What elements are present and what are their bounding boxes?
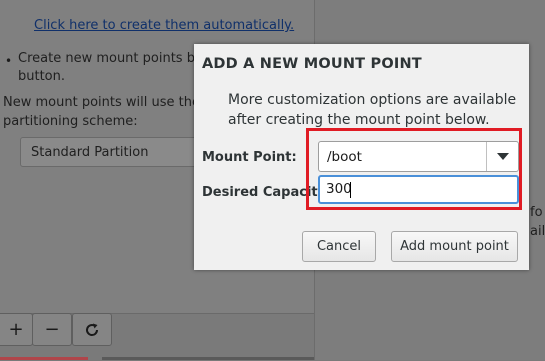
text-caret [350, 182, 351, 198]
desired-capacity-label: Desired Capacity: [202, 185, 332, 200]
refresh-icon [86, 323, 99, 336]
desired-capacity-input[interactable] [326, 181, 506, 197]
bullet-text-line1: Create new mount points by c [18, 51, 214, 66]
remove-mount-point-button[interactable]: − [32, 313, 72, 346]
details-text-2: ails [530, 224, 545, 239]
mount-point-dropdown-button[interactable] [486, 142, 518, 171]
auto-create-link[interactable]: Click here to create them automatically. [34, 18, 294, 33]
mount-point-label: Mount Point: [202, 150, 297, 165]
add-mount-point-toolbar-button[interactable]: + [0, 313, 33, 346]
chevron-down-icon [496, 152, 509, 160]
dialog-info-text: More customization options are available… [228, 92, 517, 128]
bullet-icon: • [5, 54, 13, 68]
scheme-text-line1: New mount points will use the f [3, 95, 209, 110]
plus-icon: + [8, 319, 24, 340]
bullet-text-line2: button. [18, 69, 66, 84]
details-text-1: fo [530, 205, 543, 220]
mount-point-combobox[interactable]: /boot [318, 141, 519, 172]
add-mount-point-button[interactable]: Add mount point [391, 231, 518, 262]
desired-capacity-field[interactable] [318, 175, 519, 204]
scheme-text-line2: partitioning scheme: [3, 114, 138, 129]
add-mount-point-dialog: ADD A NEW MOUNT POINT More customization… [194, 44, 529, 270]
refresh-button[interactable] [72, 313, 112, 346]
minus-icon: − [44, 319, 60, 340]
dialog-title: ADD A NEW MOUNT POINT [202, 56, 422, 72]
mount-point-value[interactable]: /boot [327, 149, 362, 165]
partition-scheme-value: Standard Partition [31, 145, 149, 160]
cancel-button[interactable]: Cancel [302, 231, 376, 262]
